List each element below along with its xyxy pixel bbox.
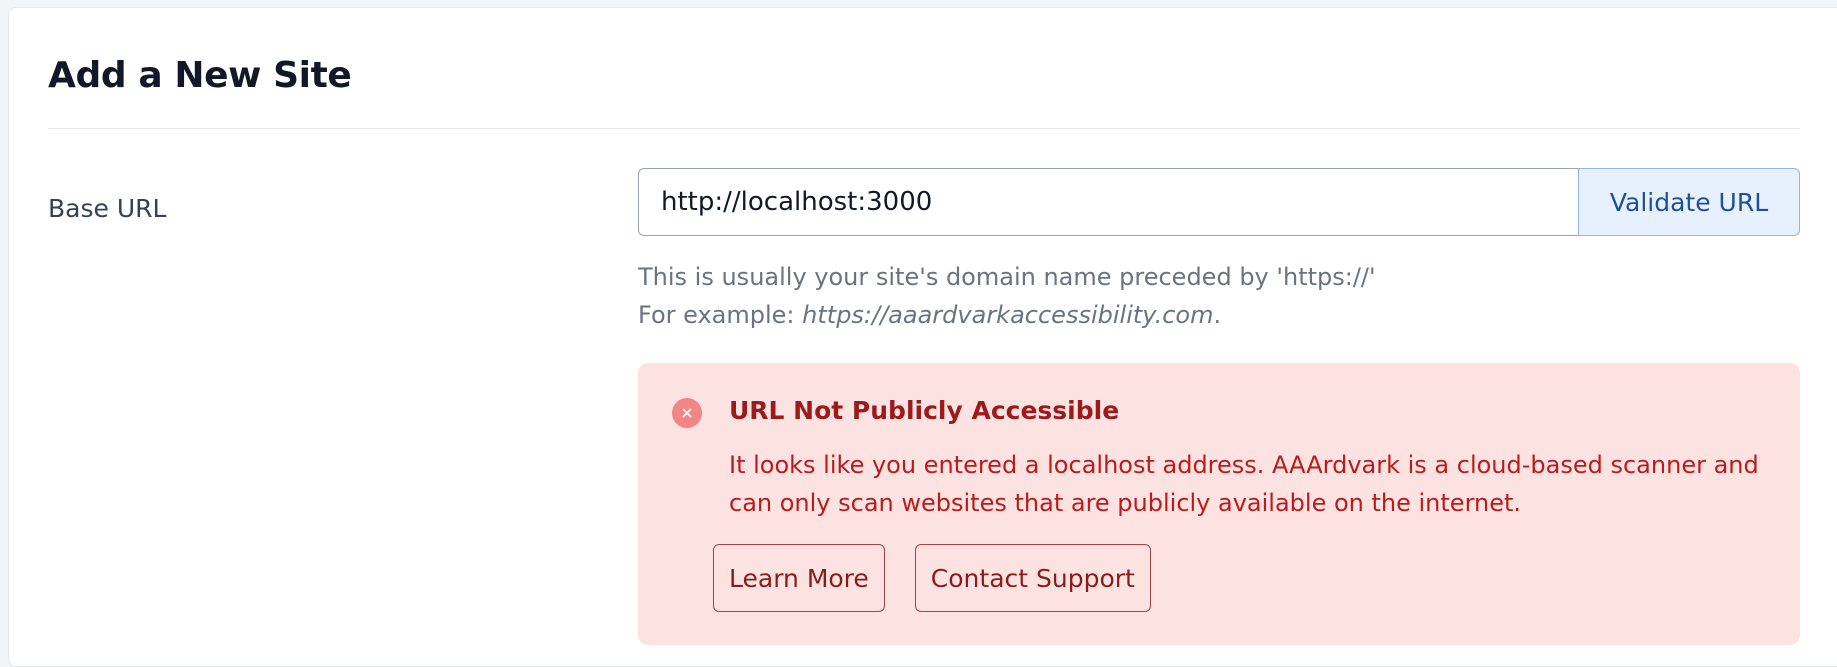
- x-circle-icon: [672, 398, 702, 428]
- validate-url-button[interactable]: Validate URL: [1578, 168, 1800, 236]
- alert-message: It looks like you entered a localhost ad…: [729, 451, 1759, 517]
- learn-more-button[interactable]: Learn More: [713, 544, 885, 612]
- contact-support-button[interactable]: Contact Support: [914, 544, 1151, 612]
- help-example-line: For example: https://aaardvarkaccessibil…: [638, 296, 1376, 334]
- help-example-suffix: .: [1213, 301, 1222, 329]
- x-glyph-icon: [682, 408, 692, 418]
- add-site-card: Add a New Site Base URL Validate URL Thi…: [8, 7, 1837, 667]
- url-error-alert: URL Not Publicly Accessible It looks lik…: [638, 363, 1800, 645]
- base-url-input[interactable]: [638, 168, 1578, 236]
- base-url-group: Validate URL: [638, 168, 1800, 236]
- help-example-url: https://aaardvarkaccessibility.com: [802, 301, 1214, 329]
- base-url-label: Base URL: [48, 194, 167, 223]
- title-divider: [48, 128, 1800, 129]
- help-line: This is usually your site's domain name …: [638, 263, 1376, 291]
- base-url-help-text: This is usually your site's domain name …: [638, 258, 1376, 334]
- alert-title: URL Not Publicly Accessible: [729, 396, 1120, 425]
- page-title: Add a New Site: [48, 55, 352, 96]
- alert-actions: Learn More Contact Support: [713, 544, 1151, 612]
- help-example-prefix: For example:: [638, 301, 803, 329]
